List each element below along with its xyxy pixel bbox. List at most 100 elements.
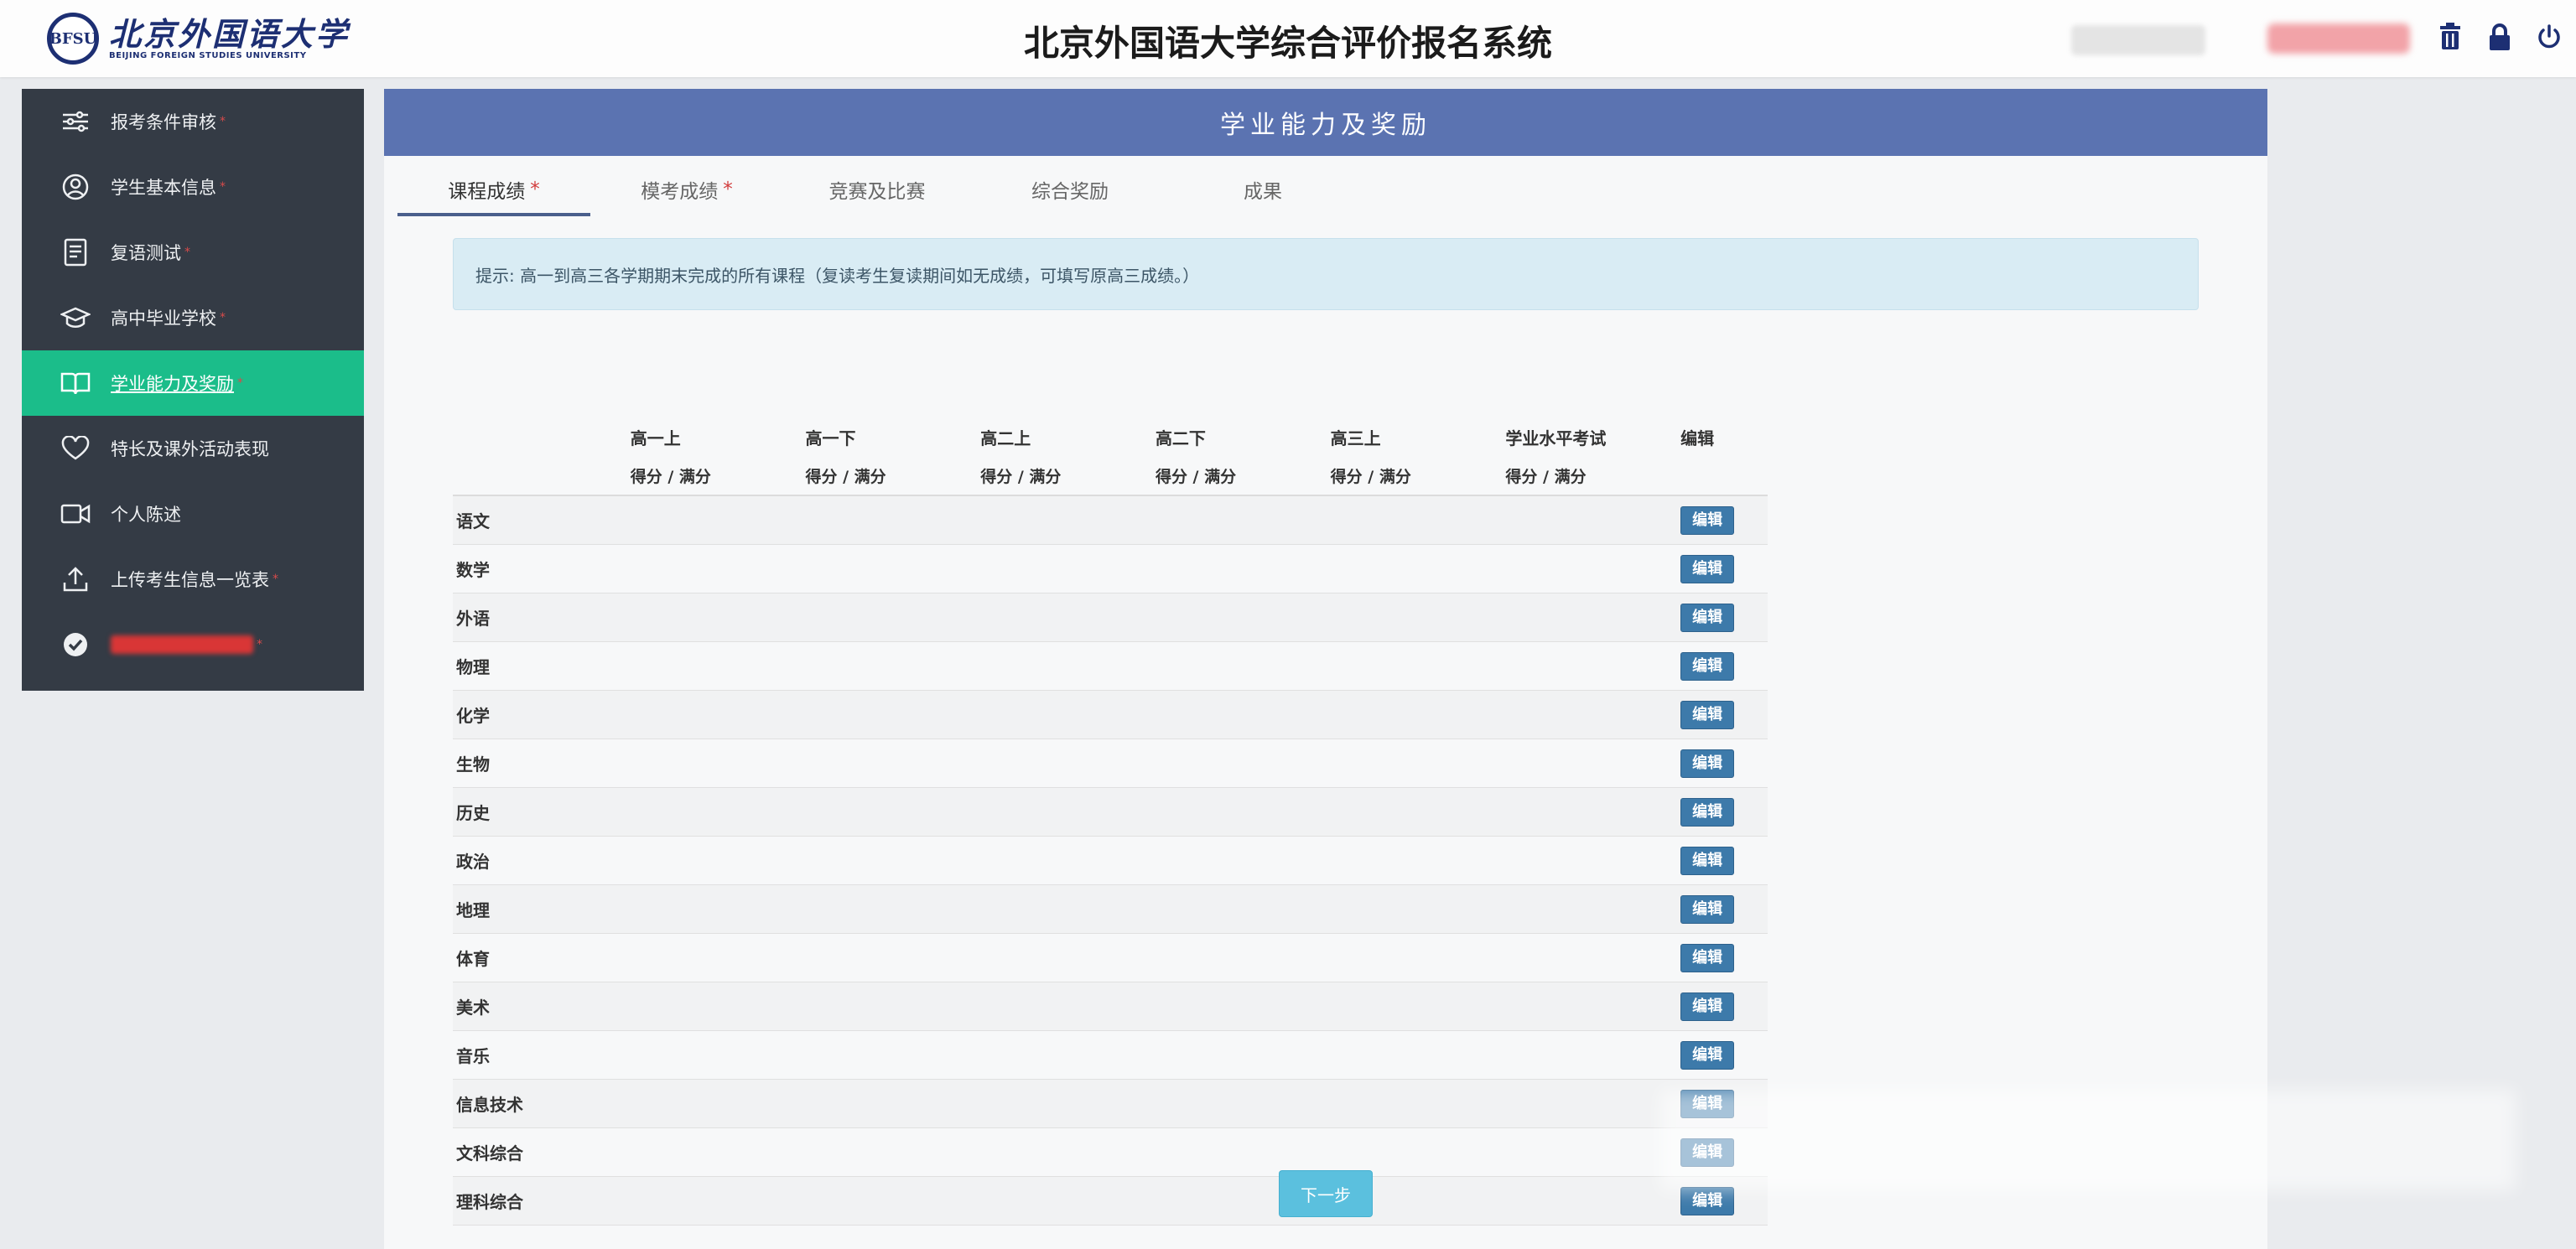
sidebar-item-label: 复语测试 xyxy=(111,243,181,263)
video-icon xyxy=(59,497,92,531)
column-header: 高二下 xyxy=(1155,428,1206,448)
sidebar-item-qualification[interactable]: 报考条件审核 * xyxy=(22,89,364,154)
trash-icon[interactable] xyxy=(2433,20,2467,54)
upload-icon xyxy=(59,562,92,596)
table-row: 文科综合编辑 xyxy=(453,1128,1768,1177)
column-header: 高三上 xyxy=(1330,428,1381,448)
sidebar-item-label: 个人陈述 xyxy=(111,505,181,525)
score-subheader: 得分 / 满分 xyxy=(1505,467,1587,486)
sidebar-item-academic-ability[interactable]: 学业能力及奖励 * xyxy=(22,350,364,416)
tab-mock-exam[interactable]: 模考成绩 * xyxy=(590,166,783,213)
edit-button[interactable]: 编辑 xyxy=(1680,1186,1735,1215)
table-row: 体育 编辑 xyxy=(453,934,1768,982)
power-icon[interactable] xyxy=(2532,20,2566,54)
logo-english-name: BEIJING FOREIGN STUDIES UNIVERSITY xyxy=(109,50,307,60)
subject-name: 美术 xyxy=(456,998,490,1018)
blurred-menu-label xyxy=(111,635,253,654)
sidebar-item-upload-info[interactable]: 上传考生信息一览表 * xyxy=(22,547,364,612)
table-row: 信息技术编辑 xyxy=(453,1080,1768,1128)
tab-competitions[interactable]: 竞赛及比赛 xyxy=(783,166,976,213)
column-header: 高一上 xyxy=(630,428,681,448)
logo-chinese-name: 北京外国语大学 xyxy=(109,14,351,53)
subject-name: 理科综合 xyxy=(456,1192,523,1212)
university-logo[interactable]: BFSU 北京外国语大学 BEIJING FOREIGN STUDIES UNI… xyxy=(47,7,350,70)
graduation-cap-icon xyxy=(59,301,92,334)
sidebar-item-label: 高中毕业学校 xyxy=(111,308,216,329)
blurred-user-info xyxy=(2267,23,2410,54)
table-row: 物理 编辑 xyxy=(453,642,1768,691)
edit-button[interactable]: 编辑 xyxy=(1680,943,1735,972)
column-header: 高二上 xyxy=(980,428,1031,448)
subject-name: 信息技术 xyxy=(456,1095,523,1115)
column-header: 学业水平考试 xyxy=(1505,428,1607,448)
score-subheader: 得分 / 满分 xyxy=(1330,467,1411,486)
edit-button[interactable]: 编辑 xyxy=(1680,1040,1735,1070)
subject-name: 音乐 xyxy=(456,1046,490,1066)
edit-button[interactable]: 编辑 xyxy=(1680,700,1735,729)
sidebar-item-basic-info[interactable]: 学生基本信息 * xyxy=(22,154,364,220)
column-header: 高一下 xyxy=(805,428,856,448)
edit-column-header: 编辑 xyxy=(1680,428,1715,448)
subject-name: 文科综合 xyxy=(456,1143,523,1163)
table-row: 理科综合 编辑 xyxy=(453,1177,1768,1226)
sidebar-item-personal-statement[interactable]: 个人陈述 xyxy=(22,481,364,547)
edit-button[interactable]: 编辑 xyxy=(1680,554,1735,583)
sliders-icon xyxy=(59,105,92,138)
sidebar-item-label: 学业能力及奖励 xyxy=(111,374,234,394)
edit-button[interactable]: 编辑 xyxy=(1680,992,1735,1021)
tab-awards[interactable]: 综合奖励 xyxy=(976,166,1169,213)
tab-course-grades[interactable]: 课程成绩 * xyxy=(397,166,590,216)
blurred-username xyxy=(2071,25,2205,55)
table-row: 历史 编辑 xyxy=(453,788,1768,837)
top-header: BFSU 北京外国语大学 BEIJING FOREIGN STUDIES UNI… xyxy=(0,0,2576,77)
next-step-button[interactable]: 下一步 xyxy=(1279,1170,1373,1217)
panel-title: 学业能力及奖励 xyxy=(384,89,2267,156)
sidebar-menu: 报考条件审核 * 学生基本信息 * 复语测试 * 高中毕业学校 * 学业能力及奖励 * 特… xyxy=(22,89,364,691)
subject-name: 物理 xyxy=(456,657,490,677)
edit-button[interactable]: 编辑 xyxy=(1680,603,1735,632)
tab-bar: 课程成绩 * 模考成绩 * 竞赛及比赛 综合奖励 成果 xyxy=(397,166,1362,216)
sidebar-item-label: 特长及课外活动表现 xyxy=(111,439,269,459)
table-row: 外语 编辑 xyxy=(453,593,1768,642)
subject-name: 外语 xyxy=(456,609,490,629)
sidebar-item-label: 报考条件审核 xyxy=(111,112,216,132)
table-header-row: 高一上 高一下 高二上 高二下 高三上 学业水平考试 编辑 xyxy=(453,417,1768,456)
edit-button[interactable]: 编辑 xyxy=(1680,505,1735,535)
document-icon xyxy=(59,236,92,269)
score-subheader: 得分 / 满分 xyxy=(630,467,711,486)
subject-name: 政治 xyxy=(456,852,490,872)
subject-name: 语文 xyxy=(456,511,490,531)
watermark-blur xyxy=(1660,1090,2516,1190)
sidebar-item-language-test[interactable]: 复语测试 * xyxy=(22,220,364,285)
table-row: 语文 编辑 xyxy=(453,496,1768,545)
score-subheader: 得分 / 满分 xyxy=(805,467,886,486)
book-icon xyxy=(59,366,92,400)
tab-achievements[interactable]: 成果 xyxy=(1169,166,1362,213)
edit-button[interactable]: 编辑 xyxy=(1680,749,1735,778)
table-row: 化学 编辑 xyxy=(453,691,1768,739)
table-body: 语文 编辑 数学 编辑 外语 编辑 物理 编辑 化学 编辑 生物 编辑 历史 编辑 政治 编辑 … xyxy=(453,496,1768,1226)
subject-name: 历史 xyxy=(456,803,490,823)
edit-button[interactable]: 编辑 xyxy=(1680,797,1735,827)
table-row: 政治 编辑 xyxy=(453,837,1768,885)
edit-button[interactable]: 编辑 xyxy=(1680,651,1735,681)
edit-button[interactable]: 编辑 xyxy=(1680,846,1735,875)
score-subheader: 得分 / 满分 xyxy=(980,467,1062,486)
sidebar-item-label: 上传考生信息一览表 xyxy=(111,570,269,590)
subject-name: 生物 xyxy=(456,754,490,775)
table-row: 生物 编辑 xyxy=(453,739,1768,788)
lock-icon[interactable] xyxy=(2483,20,2516,54)
main-panel: 学业能力及奖励 课程成绩 * 模考成绩 * 竞赛及比赛 综合奖励 成果 提示: 高一… xyxy=(384,89,2267,1249)
table-row: 地理 编辑 xyxy=(453,885,1768,934)
check-circle-icon xyxy=(59,628,92,661)
table-row: 数学 编辑 xyxy=(453,545,1768,593)
subject-name: 数学 xyxy=(456,560,490,580)
subject-name: 体育 xyxy=(456,949,490,969)
edit-button[interactable]: 编辑 xyxy=(1680,894,1735,924)
subject-name: 化学 xyxy=(456,706,490,726)
sidebar-item-label: 学生基本信息 xyxy=(111,178,216,198)
sidebar-item-extracurricular[interactable]: 特长及课外活动表现 xyxy=(22,416,364,481)
sidebar-item-submit[interactable]: * xyxy=(22,612,364,677)
university-seal: BFSU xyxy=(47,13,99,65)
sidebar-item-high-school[interactable]: 高中毕业学校 * xyxy=(22,285,364,350)
